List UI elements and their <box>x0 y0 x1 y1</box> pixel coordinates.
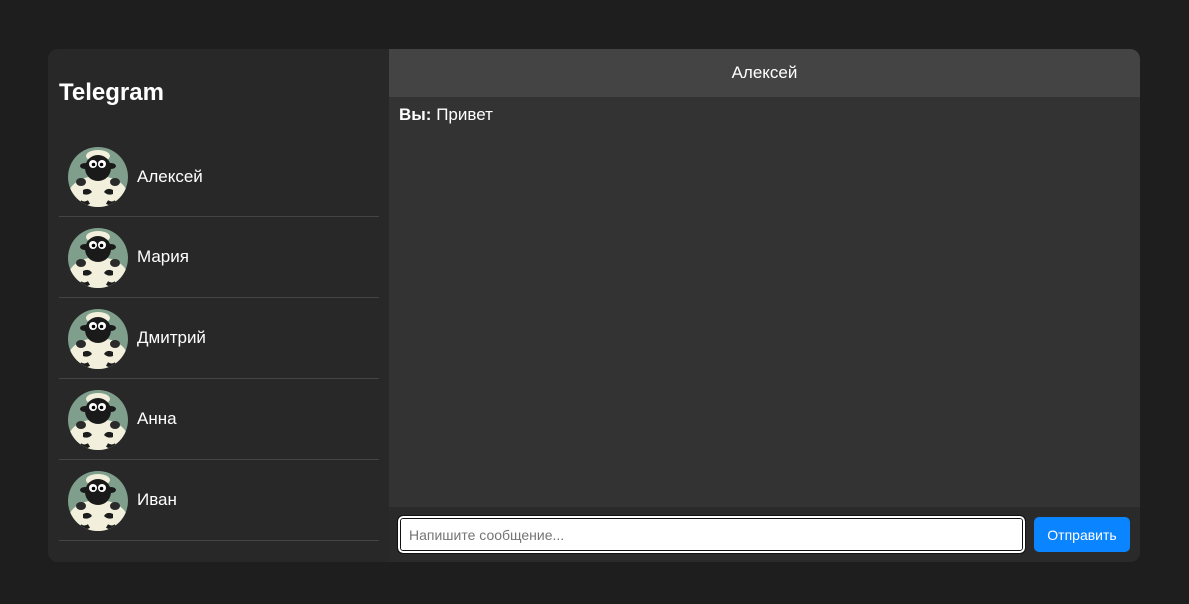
contact-name: Иван <box>137 490 177 509</box>
message-input[interactable] <box>397 515 1026 554</box>
message-composer: Отправить <box>389 507 1140 562</box>
message-list: Вы: Привет <box>389 97 1140 507</box>
contact-name: Анна <box>137 409 177 428</box>
contact-name: Дмитрий <box>137 328 206 347</box>
sheep-avatar-icon <box>67 470 129 532</box>
contact-item-4[interactable]: Иван <box>59 460 379 541</box>
contact-name: Алексей <box>137 166 203 186</box>
chat-title: Алексей <box>731 63 798 82</box>
app-window: Telegram Алексей Мария Дмитрий Анна Иван… <box>48 49 1140 562</box>
contacts-sidebar: Telegram Алексей Мария Дмитрий Анна Иван <box>48 49 389 562</box>
sheep-avatar-icon <box>67 308 129 370</box>
contact-name: Мария <box>137 247 189 266</box>
sheep-avatar-icon <box>67 146 129 208</box>
app-title: Telegram <box>59 79 164 106</box>
send-button[interactable]: Отправить <box>1034 517 1130 552</box>
contact-item-3[interactable]: Анна <box>59 379 379 460</box>
message-item: Вы: Привет <box>399 105 1130 125</box>
contact-item-0[interactable]: Алексей <box>59 137 379 217</box>
contact-item-2[interactable]: Дмитрий <box>59 298 379 379</box>
sheep-avatar-icon <box>67 389 129 451</box>
chat-panel: Алексей Вы: Привет Отправить <box>389 49 1140 562</box>
message-text: Привет <box>436 105 493 124</box>
sheep-avatar-icon <box>67 227 129 289</box>
contact-item-1[interactable]: Мария <box>59 217 379 298</box>
message-sender: Вы: <box>399 105 432 124</box>
chat-header: Алексей <box>389 49 1140 97</box>
